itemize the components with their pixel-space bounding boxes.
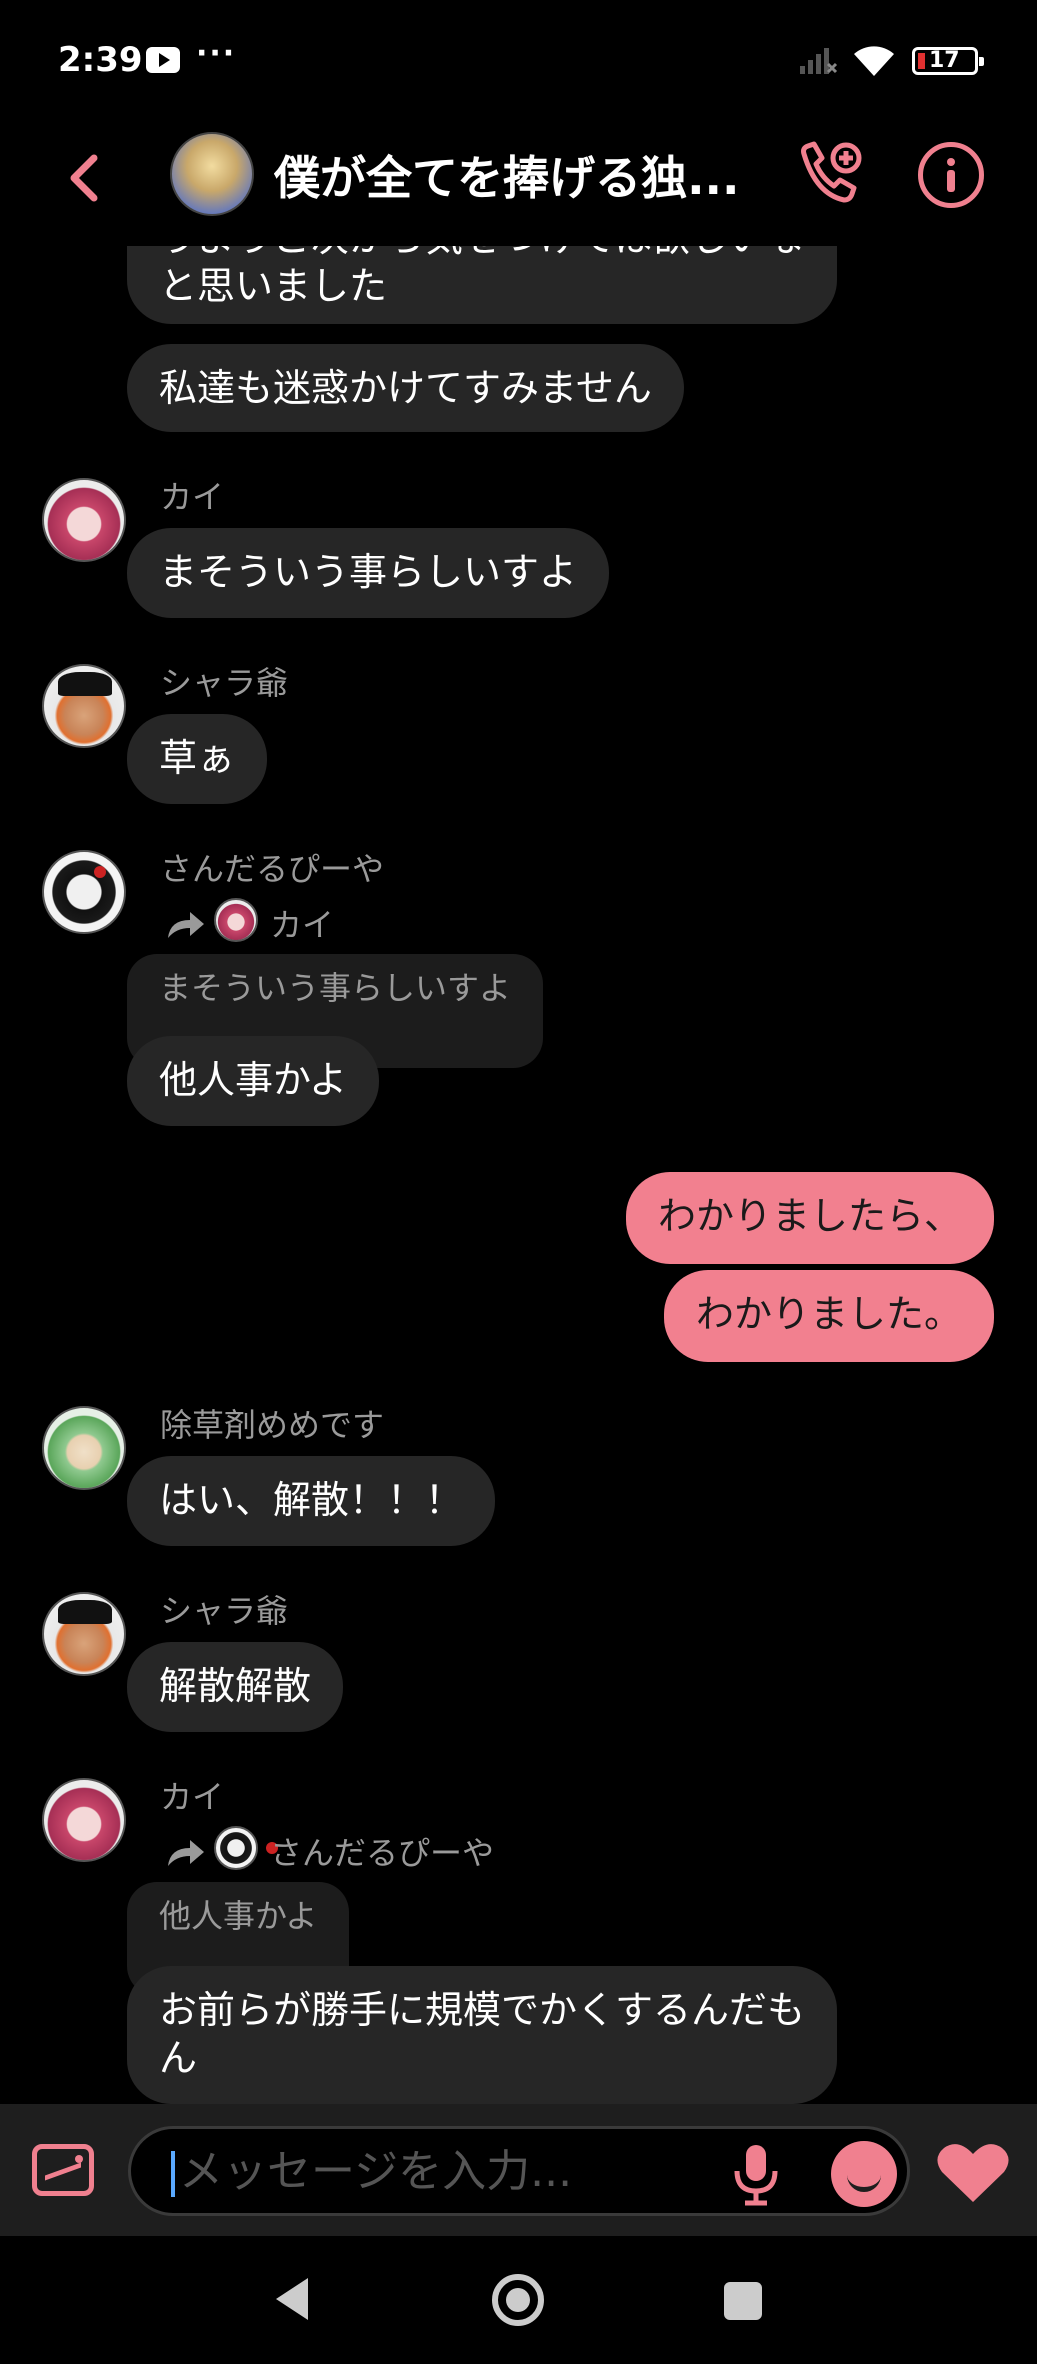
sender-name: シャラ爺	[160, 664, 289, 702]
gallery-icon[interactable]	[32, 2144, 94, 2196]
emoji-icon[interactable]	[831, 2141, 897, 2207]
add-call-icon[interactable]	[794, 140, 864, 210]
chat-screen: 2:39 ··· 17 僕が全てを捧げる独... う	[0, 0, 1037, 2364]
message-input-container[interactable]	[128, 2126, 910, 2216]
avatar-shara[interactable]	[42, 1592, 126, 1676]
group-avatar[interactable]	[170, 132, 254, 216]
message-bubble[interactable]: 草ぁ	[127, 714, 268, 804]
youtube-icon	[146, 47, 180, 73]
chat-header: 僕が全てを捧げる独...	[0, 120, 1037, 246]
reply-arrow-icon	[168, 1840, 204, 1866]
sender-name: 除草剤めめです	[160, 1406, 385, 1444]
avatar-sandal[interactable]	[42, 850, 126, 934]
message-list[interactable]: うようご次から気をつけては欲しいなと思いました 私達も迷惑かけてすみません カイ…	[0, 246, 1037, 2104]
message-bubble[interactable]: まそういう事らしいすよ	[127, 528, 610, 618]
message-bubble[interactable]: はい、解散！！！	[127, 1456, 496, 1546]
battery-level: 17	[929, 48, 960, 73]
reply-to-name: さんだるぴーや	[270, 1834, 495, 1872]
text-cursor	[171, 2151, 175, 2197]
battery-icon: 17	[912, 47, 984, 75]
avatar-kai[interactable]	[42, 478, 126, 562]
outgoing-message-bubble[interactable]: わかりましたら、	[625, 1172, 994, 1264]
reply-arrow-icon	[168, 912, 204, 938]
wifi-icon	[854, 46, 894, 76]
message-bubble[interactable]: 解散解散	[127, 1642, 344, 1732]
message-input[interactable]	[179, 2143, 699, 2199]
system-nav-bar	[0, 2236, 1037, 2364]
reply-avatar	[214, 1826, 278, 1870]
sender-name: カイ	[160, 1778, 225, 1816]
message-bubble[interactable]: うようご次から気をつけては欲しいなと思いました	[127, 246, 837, 324]
sender-name: さんだるぴーや	[160, 850, 385, 888]
reply-to-name: カイ	[270, 906, 335, 944]
message-bubble[interactable]: お前らが勝手に規模でかくするんだもん	[127, 1966, 837, 2104]
message-bubble[interactable]: 私達も迷惑かけてすみません	[127, 344, 684, 432]
back-arrow-icon[interactable]	[60, 150, 110, 206]
chat-title[interactable]: 僕が全てを捧げる独...	[274, 142, 774, 208]
status-bar: 2:39 ··· 17	[0, 0, 1037, 120]
avatar-jyosou[interactable]	[42, 1406, 126, 1490]
avatar-kai[interactable]	[42, 1778, 126, 1862]
nav-home-icon[interactable]	[492, 2274, 544, 2326]
message-bubble[interactable]: 他人事かよ	[127, 1036, 380, 1126]
reply-avatar	[214, 898, 258, 942]
microphone-icon[interactable]	[731, 2143, 781, 2207]
sender-name: カイ	[160, 478, 225, 516]
reply-indicator: カイ	[164, 898, 464, 946]
reply-indicator: さんだるぴーや	[164, 1826, 564, 1874]
sender-name: シャラ爺	[160, 1592, 289, 1630]
more-notifications-icon: ···	[196, 36, 237, 71]
signal-icon	[800, 48, 838, 74]
message-composer	[0, 2104, 1037, 2236]
status-time: 2:39	[58, 40, 143, 80]
info-icon[interactable]	[918, 142, 984, 208]
heart-icon[interactable]	[936, 2142, 1010, 2204]
outgoing-message-bubble[interactable]: わかりました。	[663, 1270, 994, 1362]
nav-back-icon[interactable]	[272, 2276, 312, 2322]
nav-recents-icon[interactable]	[724, 2282, 762, 2320]
avatar-shara[interactable]	[42, 664, 126, 748]
